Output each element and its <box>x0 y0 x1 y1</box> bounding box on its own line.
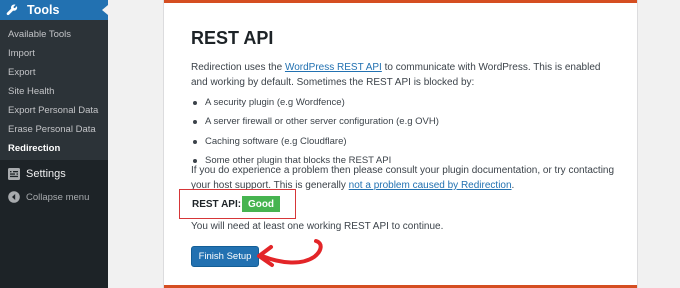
collapse-menu-label: Collapse menu <box>26 191 90 203</box>
finish-setup-button[interactable]: Finish Setup <box>191 246 259 267</box>
submenu-item-import[interactable]: Import <box>8 48 35 59</box>
list-item: Caching software (e.g Cloudflare) <box>191 132 439 151</box>
menu-item-tools[interactable]: Tools <box>0 0 108 20</box>
status-badge: Good <box>242 196 280 212</box>
submenu-item-erase-personal-data[interactable]: Erase Personal Data <box>8 124 96 135</box>
rest-api-status-label: REST API: <box>192 199 242 210</box>
menu-item-tools-label: Tools <box>27 3 60 17</box>
wordpress-rest-api-link[interactable]: WordPress REST API <box>285 62 382 73</box>
collapse-icon <box>7 191 21 203</box>
tools-submenu: Available Tools Import Export Site Healt… <box>0 20 108 160</box>
active-menu-pointer <box>102 5 108 15</box>
card-top-accent <box>164 0 637 3</box>
submenu-item-redirection[interactable]: Redirection <box>8 143 60 154</box>
red-arrow-icon <box>257 239 323 267</box>
collapse-menu-button[interactable]: Collapse menu <box>0 188 108 206</box>
blocker-list: A security plugin (e.g Wordfence) A serv… <box>191 93 439 170</box>
rest-api-status-box: REST API: Good <box>179 189 296 219</box>
submenu-item-export[interactable]: Export <box>8 67 35 78</box>
intro-paragraph: Redirection uses the WordPress REST API … <box>191 60 616 90</box>
setup-card: REST API Redirection uses the WordPress … <box>163 0 638 288</box>
list-item: A server firewall or other server config… <box>191 112 439 131</box>
list-item: A security plugin (e.g Wordfence) <box>191 93 439 112</box>
submenu-item-available-tools[interactable]: Available Tools <box>8 29 71 40</box>
requirement-note: You will need at least one working REST … <box>191 221 444 232</box>
menu-item-settings[interactable]: Settings <box>0 165 108 183</box>
support-text-end: . <box>511 180 515 191</box>
submenu-item-site-health[interactable]: Site Health <box>8 86 54 97</box>
admin-sidebar: Tools Available Tools Import Export Site… <box>0 0 108 288</box>
submenu-item-export-personal-data[interactable]: Export Personal Data <box>8 105 98 116</box>
settings-icon <box>7 168 21 180</box>
not-a-problem-link[interactable]: not a problem caused by Redirection <box>349 180 512 191</box>
wrench-icon <box>6 4 24 17</box>
intro-text-before: Redirection uses the <box>191 62 285 73</box>
menu-item-settings-label: Settings <box>26 168 66 180</box>
page-title: REST API <box>191 28 274 48</box>
